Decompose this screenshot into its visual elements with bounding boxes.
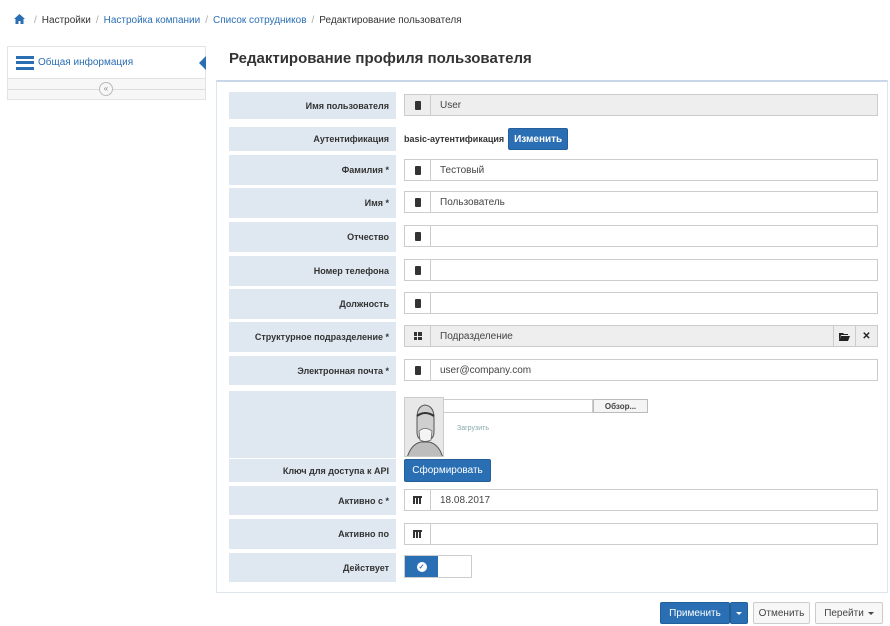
- calendar-icon[interactable]: [405, 524, 431, 544]
- firstname-value: Пользователь: [440, 196, 505, 208]
- api-key-label: Ключ для доступа к API: [229, 459, 396, 482]
- upload-link[interactable]: Загрузить: [457, 425, 489, 432]
- row-firstname: Имя * Пользователь: [229, 188, 879, 218]
- department-field[interactable]: Подразделение ✕: [404, 325, 878, 347]
- patronymic-field[interactable]: [404, 225, 878, 247]
- browse-button[interactable]: Обзор...: [593, 399, 648, 413]
- phone-field[interactable]: [404, 259, 878, 281]
- caret-down-icon: [736, 611, 742, 615]
- breadcrumb-settings[interactable]: Настройки: [42, 15, 91, 26]
- patronymic-label: Отчество: [229, 222, 396, 252]
- row-lastname: Фамилия * Тестовый: [229, 155, 879, 185]
- breadcrumb-separator: /: [205, 14, 208, 26]
- department-label: Структурное подразделение *: [229, 322, 396, 352]
- active-from-label: Активно с *: [229, 486, 396, 515]
- goto-label: Перейти: [824, 607, 864, 619]
- document-icon: [405, 360, 431, 380]
- avatar: [404, 397, 444, 457]
- profile-form: Имя пользователя User Аутентификация bas…: [216, 80, 888, 593]
- apply-dropdown-button[interactable]: [730, 602, 748, 624]
- document-icon: [405, 226, 431, 246]
- active-to-label: Активно по: [229, 519, 396, 549]
- auth-label: Аутентификация: [229, 127, 396, 151]
- breadcrumb-employee-list[interactable]: Список сотрудников: [213, 15, 307, 26]
- row-patronymic: Отчество: [229, 222, 879, 252]
- breadcrumb-company-settings[interactable]: Настройка компании: [104, 15, 201, 26]
- row-department: Структурное подразделение * Подразделени…: [229, 322, 879, 352]
- cancel-button[interactable]: Отменить: [753, 602, 810, 624]
- sidebar-item-label: Общая информация: [38, 57, 134, 68]
- clear-icon[interactable]: ✕: [855, 326, 877, 346]
- apply-button-group: Применить: [660, 602, 748, 624]
- active-from-field[interactable]: 18.08.2017: [404, 489, 878, 511]
- active-label: Действует: [229, 553, 396, 582]
- breadcrumb-current: Редактирование пользователя: [319, 14, 462, 26]
- document-icon: [405, 260, 431, 280]
- row-username: Имя пользователя User: [229, 92, 879, 119]
- goto-button[interactable]: Перейти: [815, 602, 883, 624]
- row-email: Электронная почта * user@company.com: [229, 356, 879, 385]
- firstname-label: Имя *: [229, 188, 396, 218]
- position-field[interactable]: [404, 292, 878, 314]
- phone-label: Номер телефона: [229, 256, 396, 286]
- row-active: Действует ✓: [229, 553, 879, 582]
- breadcrumb-separator: /: [34, 14, 37, 26]
- row-api-key: Ключ для доступа к API Сформировать: [229, 459, 879, 482]
- sidebar-item-general-info[interactable]: Общая информация: [8, 47, 206, 79]
- breadcrumb: / Настройки / Настройка компании / Списо…: [14, 13, 462, 27]
- email-value: user@company.com: [440, 364, 532, 376]
- row-auth: Аутентификация basic-аутентификация Изме…: [229, 127, 879, 151]
- breadcrumb-separator: /: [95, 14, 99, 26]
- page-title: Редактирование профиля пользователя: [229, 50, 532, 67]
- firstname-field[interactable]: Пользователь: [404, 191, 878, 213]
- active-toggle[interactable]: ✓: [404, 555, 472, 578]
- email-label: Электронная почта *: [229, 356, 396, 385]
- auth-method: basic-аутентификация: [404, 134, 505, 144]
- apply-button[interactable]: Применить: [660, 602, 730, 624]
- active-to-field[interactable]: [404, 523, 878, 545]
- row-active-from: Активно с * 18.08.2017: [229, 486, 879, 515]
- file-input[interactable]: [443, 399, 593, 413]
- row-photo: Обзор... Загрузить: [229, 391, 879, 458]
- auth-value: basic-аутентификация Изменить: [404, 127, 569, 151]
- sidebar: Общая информация «: [7, 46, 206, 100]
- calendar-icon[interactable]: [405, 490, 431, 510]
- grid-icon: [405, 326, 431, 346]
- sidebar-collapse[interactable]: «: [8, 79, 205, 99]
- username-field: User: [404, 94, 878, 116]
- collapse-icon[interactable]: «: [99, 82, 113, 96]
- email-field[interactable]: user@company.com: [404, 359, 878, 381]
- row-position: Должность: [229, 289, 879, 319]
- department-value: Подразделение: [440, 330, 513, 342]
- change-auth-button[interactable]: Изменить: [508, 128, 569, 150]
- row-active-to: Активно по: [229, 519, 879, 549]
- breadcrumb-separator: /: [311, 14, 315, 26]
- active-from-value: 18.08.2017: [440, 494, 491, 506]
- row-phone: Номер телефона: [229, 256, 879, 286]
- position-label: Должность: [229, 289, 396, 319]
- list-icon: [16, 55, 34, 70]
- generate-api-key-button[interactable]: Сформировать: [404, 459, 491, 482]
- lastname-value: Тестовый: [440, 164, 485, 176]
- lastname-field[interactable]: Тестовый: [404, 159, 878, 181]
- document-icon: [405, 192, 431, 212]
- folder-open-icon[interactable]: [833, 326, 855, 346]
- username-value: User: [440, 99, 462, 111]
- lastname-label: Фамилия *: [229, 155, 396, 185]
- home-icon[interactable]: [14, 13, 25, 27]
- toggle-knob: ✓: [405, 556, 438, 577]
- username-label: Имя пользователя: [229, 92, 396, 119]
- document-icon: [405, 160, 431, 180]
- document-icon: [405, 95, 431, 115]
- check-icon: ✓: [416, 561, 427, 572]
- active-indicator: [199, 56, 206, 70]
- photo-label: [229, 391, 396, 458]
- caret-down-icon: [867, 611, 874, 615]
- document-icon: [405, 293, 431, 313]
